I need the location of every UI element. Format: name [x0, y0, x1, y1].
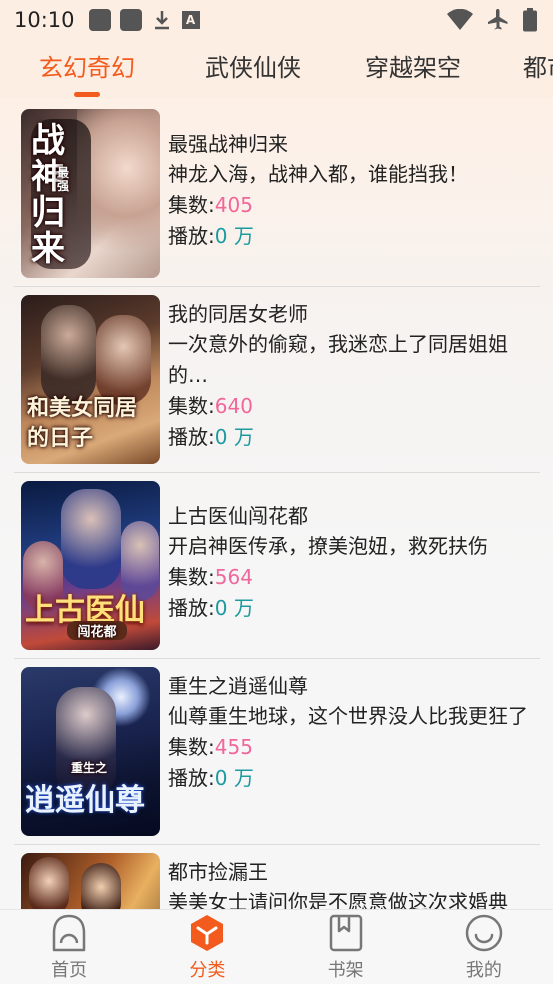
plays-label: 播放: — [168, 425, 215, 449]
notification-icons: A — [88, 9, 200, 31]
list-item[interactable]: 上古医仙 闯花都 上古医仙闯花都 开启神医传承，撩美泡妞，救死扶伤 集数:564… — [14, 481, 540, 653]
divider — [14, 286, 540, 287]
book-title: 上古医仙闯花都 — [168, 504, 308, 528]
plays-label: 播放: — [168, 596, 215, 620]
nav-label: 分类 — [189, 960, 226, 981]
book-cover: 和美女同居的日子 — [21, 295, 160, 464]
nav-label: 我的 — [465, 960, 502, 981]
plays-value: 0 万 — [214, 596, 254, 620]
nav-label: 首页 — [51, 960, 88, 981]
cover-subtitle: 闯花都 — [67, 621, 127, 640]
tab-wuxia[interactable]: 武侠仙侠 — [203, 40, 303, 99]
book-cover: 逍遥仙尊 重生之 — [21, 667, 160, 836]
status-bar: 10:10 A — [0, 0, 553, 40]
nav-bookshelf[interactable]: 书架 — [277, 910, 415, 984]
tab-label: 都市 — [523, 54, 553, 82]
app-notification-icon — [119, 9, 142, 31]
profile-icon — [465, 914, 503, 952]
episodes-value: 640 — [214, 394, 253, 418]
plays-value: 0 万 — [214, 766, 254, 790]
episodes-label: 集数: — [168, 193, 215, 217]
divider — [14, 844, 540, 845]
play-count: 播放:0 万 — [168, 763, 540, 794]
airplane-icon — [488, 9, 508, 30]
divider — [14, 472, 540, 473]
book-list: 战神归来 最强 最强战神归来 神龙入海，战神入都，谁能挡我！ 集数:405 播放… — [0, 99, 553, 909]
cover-title: 逍遥仙尊 — [25, 783, 145, 818]
episode-count: 集数:405 — [168, 190, 540, 221]
nav-label: 书架 — [327, 960, 364, 981]
cover-title: 和美女同居的日子 — [27, 395, 138, 451]
tab-xuanhuan[interactable]: 玄幻奇幻 — [31, 40, 143, 99]
book-cover: 战神归来 最强 — [21, 109, 160, 278]
episode-count: 集数:455 — [168, 732, 540, 763]
book-title: 我的同居女老师 — [168, 302, 308, 326]
category-icon — [191, 915, 224, 951]
tab-label: 武侠仙侠 — [205, 54, 301, 82]
home-icon — [52, 914, 86, 952]
cover-subtitle: 重生之 — [71, 761, 108, 775]
tab-label: 穿越架空 — [365, 54, 461, 82]
episode-count: 集数:564 — [168, 562, 540, 593]
book-description: 神龙入海，战神入都，谁能挡我！ — [168, 162, 468, 186]
book-description: 一次意外的偷窥，我迷恋上了同居姐姐的… — [168, 332, 508, 387]
play-count: 播放:0 万 — [168, 593, 540, 624]
episodes-label: 集数: — [168, 565, 215, 589]
play-count: 播放:0 万 — [168, 422, 540, 453]
book-info: 最强战神归来 神龙入海，战神入都，谁能挡我！ 集数:405 播放:0 万 — [168, 129, 540, 252]
tab-chuanyue[interactable]: 穿越架空 — [363, 40, 463, 99]
download-icon — [151, 9, 173, 31]
book-description: 仙尊重生地球，这个世界没人比我更狂了 — [168, 704, 528, 728]
episodes-label: 集数: — [168, 394, 215, 418]
keyboard-a-icon: A — [181, 11, 200, 29]
book-title: 最强战神归来 — [168, 132, 288, 156]
nav-profile[interactable]: 我的 — [415, 910, 553, 984]
bottom-navigation: 首页 分类 书架 我的 — [0, 909, 553, 984]
system-icons — [447, 8, 537, 32]
cover-subtitle: 最强 — [57, 166, 70, 193]
list-item[interactable]: 逍遥仙尊 重生之 重生之逍遥仙尊 仙尊重生地球，这个世界没人比我更狂了 集数:4… — [14, 667, 540, 839]
active-tab-indicator — [74, 92, 100, 97]
divider — [14, 658, 540, 659]
nav-category[interactable]: 分类 — [138, 910, 276, 984]
book-info: 都市捡漏王 美美女士请问你是不愿意做这次求婚典 — [168, 857, 540, 909]
episodes-label: 集数: — [168, 735, 215, 759]
app-notification-icon — [88, 9, 111, 31]
list-item[interactable]: 战神归来 最强 最强战神归来 神龙入海，战神入都，谁能挡我！ 集数:405 播放… — [14, 109, 540, 281]
book-description: 美美女士请问你是不愿意做这次求婚典 — [168, 890, 508, 909]
plays-label: 播放: — [168, 224, 215, 248]
book-description: 开启神医传承，撩美泡妞，救死扶伤 — [168, 534, 488, 558]
plays-label: 播放: — [168, 766, 215, 790]
bookshelf-icon — [329, 914, 362, 952]
wifi-icon — [447, 9, 473, 30]
episodes-value: 405 — [214, 193, 253, 217]
book-info: 重生之逍遥仙尊 仙尊重生地球，这个世界没人比我更狂了 集数:455 播放:0 万 — [168, 671, 540, 794]
tab-dushi[interactable]: 都市 — [523, 40, 553, 99]
play-count: 播放:0 万 — [168, 221, 540, 252]
book-cover — [21, 853, 160, 909]
book-cover: 上古医仙 闯花都 — [21, 481, 160, 650]
category-tabs: 玄幻奇幻 武侠仙侠 穿越架空 都市 — [0, 40, 553, 99]
plays-value: 0 万 — [214, 425, 254, 449]
book-info: 我的同居女老师 一次意外的偷窥，我迷恋上了同居姐姐的… 集数:640 播放:0 … — [168, 299, 540, 453]
plays-value: 0 万 — [214, 224, 254, 248]
list-item[interactable]: 都市捡漏王 美美女士请问你是不愿意做这次求婚典 — [14, 853, 540, 909]
episodes-value: 455 — [214, 735, 253, 759]
book-title: 都市捡漏王 — [168, 860, 268, 884]
episodes-value: 564 — [214, 565, 253, 589]
list-item[interactable]: 和美女同居的日子 我的同居女老师 一次意外的偷窥，我迷恋上了同居姐姐的… 集数:… — [14, 295, 540, 467]
cover-title: 战神归来 — [31, 121, 65, 269]
tab-label: 玄幻奇幻 — [39, 54, 135, 82]
book-info: 上古医仙闯花都 开启神医传承，撩美泡妞，救死扶伤 集数:564 播放:0 万 — [168, 501, 540, 624]
book-title: 重生之逍遥仙尊 — [168, 674, 308, 698]
battery-icon — [523, 8, 537, 32]
episode-count: 集数:640 — [168, 391, 540, 422]
status-time: 10:10 — [14, 8, 75, 32]
nav-home[interactable]: 首页 — [0, 910, 138, 984]
